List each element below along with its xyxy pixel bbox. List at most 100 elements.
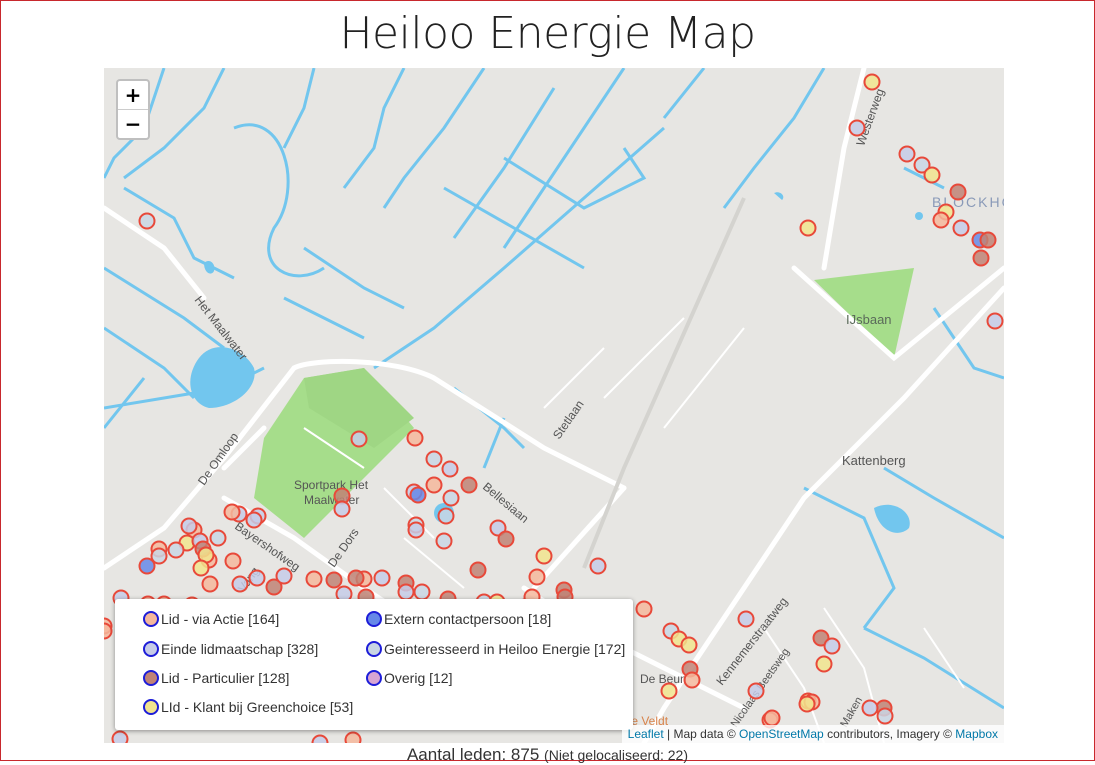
member-marker[interactable]	[201, 575, 219, 593]
mapbox-link[interactable]: Mapbox	[955, 727, 998, 741]
member-marker[interactable]	[305, 570, 323, 588]
member-marker[interactable]	[441, 460, 459, 478]
member-marker[interactable]	[437, 507, 455, 525]
member-marker[interactable]	[979, 231, 997, 249]
member-marker[interactable]	[311, 734, 329, 744]
member-marker[interactable]	[407, 521, 425, 539]
zoom-in-button[interactable]: +	[118, 81, 148, 109]
member-marker[interactable]	[231, 575, 249, 593]
member-marker[interactable]	[898, 145, 916, 163]
legend-label: Lid - Particulier [128]	[161, 670, 290, 686]
member-marker[interactable]	[150, 547, 168, 565]
label-de-beun: De Beun	[640, 672, 687, 686]
legend-label: Einde lidmaatschap [328]	[161, 641, 319, 657]
member-marker[interactable]	[248, 569, 266, 587]
member-marker[interactable]	[823, 637, 841, 655]
member-marker[interactable]	[932, 211, 950, 229]
member-marker[interactable]	[747, 682, 765, 700]
member-marker[interactable]	[949, 183, 967, 201]
map-attribution: Leaflet | Map data © OpenStreetMap contr…	[621, 725, 1004, 743]
member-marker[interactable]	[763, 709, 781, 727]
railway	[582, 197, 746, 569]
member-marker[interactable]	[683, 671, 701, 689]
zoom-out-button[interactable]: −	[118, 109, 148, 138]
member-marker[interactable]	[192, 559, 210, 577]
member-marker[interactable]	[861, 699, 879, 717]
legend-label: Overig [12]	[384, 670, 453, 686]
member-count-text: Aantal leden: 875	[406, 745, 540, 764]
member-marker[interactable]	[535, 547, 553, 565]
legend-swatch	[366, 611, 382, 627]
legend-label: Geinteresseerd in Heiloo Energie [172]	[384, 641, 626, 657]
legend-item: Extern contactpersoon [18]	[366, 611, 551, 627]
legend-item: LId - Klant bij Greenchoice [53]	[143, 699, 353, 715]
legend-label: Extern contactpersoon [18]	[384, 611, 552, 627]
member-marker[interactable]	[223, 503, 241, 521]
member-marker[interactable]	[848, 119, 866, 137]
legend-swatch	[143, 670, 159, 686]
member-marker[interactable]	[425, 450, 443, 468]
member-marker[interactable]	[397, 583, 415, 601]
attribution-text-2: contributors, Imagery ©	[823, 727, 956, 741]
member-marker[interactable]	[138, 212, 156, 230]
member-marker[interactable]	[876, 707, 894, 725]
label-stetlaan: Stetlaan	[550, 398, 587, 442]
member-marker[interactable]	[435, 532, 453, 550]
member-marker[interactable]	[104, 622, 113, 640]
member-marker[interactable]	[660, 682, 678, 700]
legend: Lid - via Actie [164] Extern contactpers…	[115, 599, 633, 730]
member-count: Aantal leden: 875 (Niet gelocaliseerd: 2…	[0, 745, 1095, 765]
member-marker[interactable]	[923, 166, 941, 184]
member-marker[interactable]	[469, 561, 487, 579]
member-marker[interactable]	[497, 530, 515, 548]
member-marker[interactable]	[442, 489, 460, 507]
member-marker[interactable]	[425, 476, 443, 494]
member-marker[interactable]	[275, 567, 293, 585]
osm-link[interactable]: OpenStreetMap	[739, 727, 824, 741]
legend-item: Geinteresseerd in Heiloo Energie [172]	[366, 641, 625, 657]
member-marker[interactable]	[373, 569, 391, 587]
member-marker[interactable]	[111, 730, 129, 744]
member-marker[interactable]	[180, 517, 198, 535]
map-container[interactable]: Westerweg BLOCKHO IJsbaan Het Maalwater …	[104, 68, 1004, 743]
member-marker[interactable]	[350, 430, 368, 448]
label-bellesiaan: Bellesiaan	[480, 480, 531, 526]
zoom-control: + −	[116, 79, 150, 140]
member-marker[interactable]	[167, 541, 185, 559]
member-marker[interactable]	[952, 219, 970, 237]
member-marker[interactable]	[413, 583, 431, 601]
legend-swatch	[366, 641, 382, 657]
member-marker[interactable]	[347, 569, 365, 587]
member-marker[interactable]	[986, 312, 1004, 330]
member-marker[interactable]	[589, 557, 607, 575]
member-marker[interactable]	[209, 529, 227, 547]
member-marker[interactable]	[799, 219, 817, 237]
label-kattenberg: Kattenberg	[842, 453, 906, 468]
member-marker[interactable]	[245, 511, 263, 529]
member-marker[interactable]	[528, 568, 546, 586]
member-marker[interactable]	[333, 500, 351, 518]
label-ijsbaan: IJsbaan	[846, 312, 892, 327]
label-sportpark: Sportpark Het	[294, 478, 369, 492]
legend-label: LId - Klant bij Greenchoice [53]	[161, 699, 354, 715]
member-marker[interactable]	[409, 486, 427, 504]
label-kennemerstraatweg: Kennemerstraatweg	[713, 595, 790, 688]
member-marker[interactable]	[344, 731, 362, 744]
member-marker[interactable]	[635, 600, 653, 618]
leaflet-link[interactable]: Leaflet	[628, 727, 664, 741]
label-sportpark-2: Maalwater	[304, 493, 359, 507]
member-marker[interactable]	[972, 249, 990, 267]
attribution-text-1: | Map data ©	[663, 727, 740, 741]
legend-label: Lid - via Actie [164]	[161, 611, 280, 627]
member-marker[interactable]	[680, 636, 698, 654]
member-marker[interactable]	[325, 571, 343, 589]
member-marker[interactable]	[406, 429, 424, 447]
member-marker[interactable]	[863, 73, 881, 91]
member-marker[interactable]	[460, 476, 478, 494]
member-marker[interactable]	[224, 552, 242, 570]
label-de-dors: De Dors	[325, 526, 362, 570]
member-marker[interactable]	[737, 610, 755, 628]
member-marker[interactable]	[815, 655, 833, 673]
legend-item: Overig [12]	[366, 670, 452, 686]
member-marker[interactable]	[798, 695, 816, 713]
